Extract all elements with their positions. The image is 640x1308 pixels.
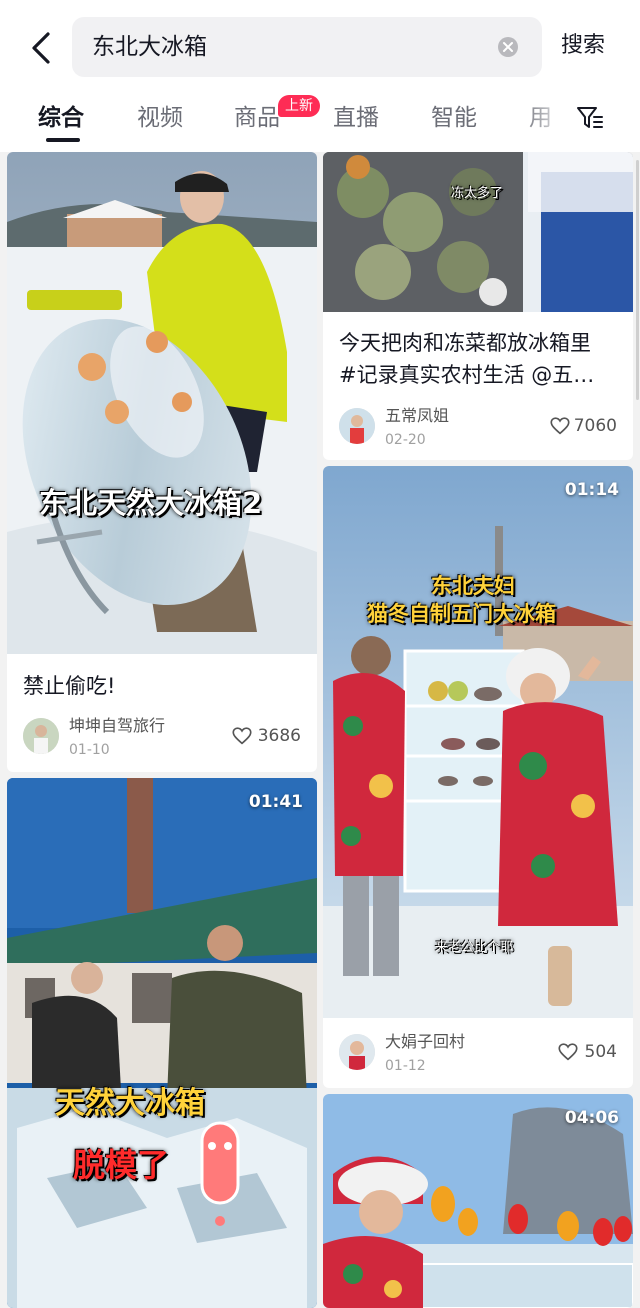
video-caption-line-1: 今天把肉和冻菜都放冰箱里 [339, 331, 591, 355]
overlay-text: 冻太多了 [451, 186, 504, 201]
clear-circle-icon [498, 37, 518, 57]
overlay-line-1: 东北夫妇 [431, 574, 515, 598]
video-thumbnail[interactable]: 01:14 东北夫妇 猫冬自制五门大冰箱 来老公比个耶 [323, 466, 633, 1018]
top-bar: 东北大冰箱 搜索 综合 视频 商品 直播 智能 用 上新 [0, 0, 640, 152]
video-subtitle: 来老公比个耶 [435, 940, 514, 955]
video-duration: 01:41 [248, 792, 303, 812]
back-button[interactable] [18, 24, 66, 72]
video-caption-line-2: #记录真实农村生活 @五… [339, 363, 595, 387]
tab-live[interactable]: 直播 [333, 102, 379, 134]
overlay-line-2: 脱模了 [73, 1146, 170, 1184]
video-card[interactable]: 东北天然大冰箱2 禁止偷吃! 坤坤自驾旅行 01-10 3686 [7, 152, 317, 772]
filter-button[interactable] [574, 102, 606, 134]
video-duration: 04:06 [564, 1108, 619, 1128]
search-input[interactable]: 东北大冰箱 [72, 17, 542, 77]
avatar-image [23, 718, 59, 754]
search-query[interactable]: 东北大冰箱 [92, 31, 207, 63]
author-name[interactable]: 五常凤姐 [385, 405, 449, 427]
post-date: 01-12 [385, 1058, 426, 1074]
like-count: 3686 [257, 726, 301, 746]
thumbnail-image [323, 152, 633, 312]
heart-icon[interactable] [549, 415, 571, 437]
clear-search-button[interactable] [496, 35, 520, 59]
heart-icon[interactable] [231, 725, 253, 747]
avatar-image [339, 1034, 375, 1070]
video-thumbnail[interactable]: 04:06 [323, 1094, 633, 1308]
tab-video[interactable]: 视频 [137, 102, 183, 134]
post-date: 02-20 [385, 432, 426, 448]
thumbnail-image [7, 152, 317, 654]
video-card[interactable]: 01:41 天然大冰箱 脱模了 [7, 778, 317, 1308]
overlay-line-2: 猫冬自制五门大冰箱 [367, 602, 556, 626]
video-card[interactable]: 冻太多了 今天把肉和冻菜都放冰箱里 #记录真实农村生活 @五… 五常凤姐 02-… [323, 152, 633, 460]
author-name[interactable]: 坤坤自驾旅行 [69, 715, 165, 737]
video-caption: 禁止偷吃! [23, 674, 116, 698]
tab-smart[interactable]: 智能 [431, 102, 477, 134]
like-count: 7060 [573, 416, 617, 436]
tab-products[interactable]: 商品 [234, 102, 280, 134]
avatar-image [339, 408, 375, 444]
tab-fade [520, 96, 570, 142]
author-name[interactable]: 大娟子回村 [385, 1031, 465, 1053]
avatar[interactable] [23, 718, 59, 754]
video-thumbnail[interactable]: 01:41 天然大冰箱 脱模了 [7, 778, 317, 1308]
search-button[interactable]: 搜索 [561, 30, 605, 62]
chevron-left-icon [32, 32, 50, 64]
overlay-line-1: 天然大冰箱 [55, 1086, 205, 1121]
new-badge: 上新 [278, 95, 320, 117]
avatar[interactable] [339, 408, 375, 444]
post-date: 01-10 [69, 742, 110, 758]
thumbnail-image [7, 778, 317, 1308]
active-tab-indicator [46, 138, 80, 142]
avatar[interactable] [339, 1034, 375, 1070]
video-thumbnail[interactable]: 冻太多了 [323, 152, 633, 312]
filter-icon [577, 107, 603, 128]
tab-comprehensive[interactable]: 综合 [38, 102, 84, 134]
video-duration: 01:14 [564, 480, 619, 500]
video-thumbnail[interactable]: 东北天然大冰箱2 [7, 152, 317, 654]
like-count: 504 [584, 1042, 617, 1062]
overlay-title: 东北天然大冰箱2 [39, 486, 263, 520]
video-card[interactable]: 04:06 [323, 1094, 633, 1308]
scrollbar[interactable] [636, 160, 639, 400]
heart-icon[interactable] [557, 1041, 579, 1063]
video-card[interactable]: 01:14 东北夫妇 猫冬自制五门大冰箱 来老公比个耶 大娟子回村 01-12 … [323, 466, 633, 1088]
